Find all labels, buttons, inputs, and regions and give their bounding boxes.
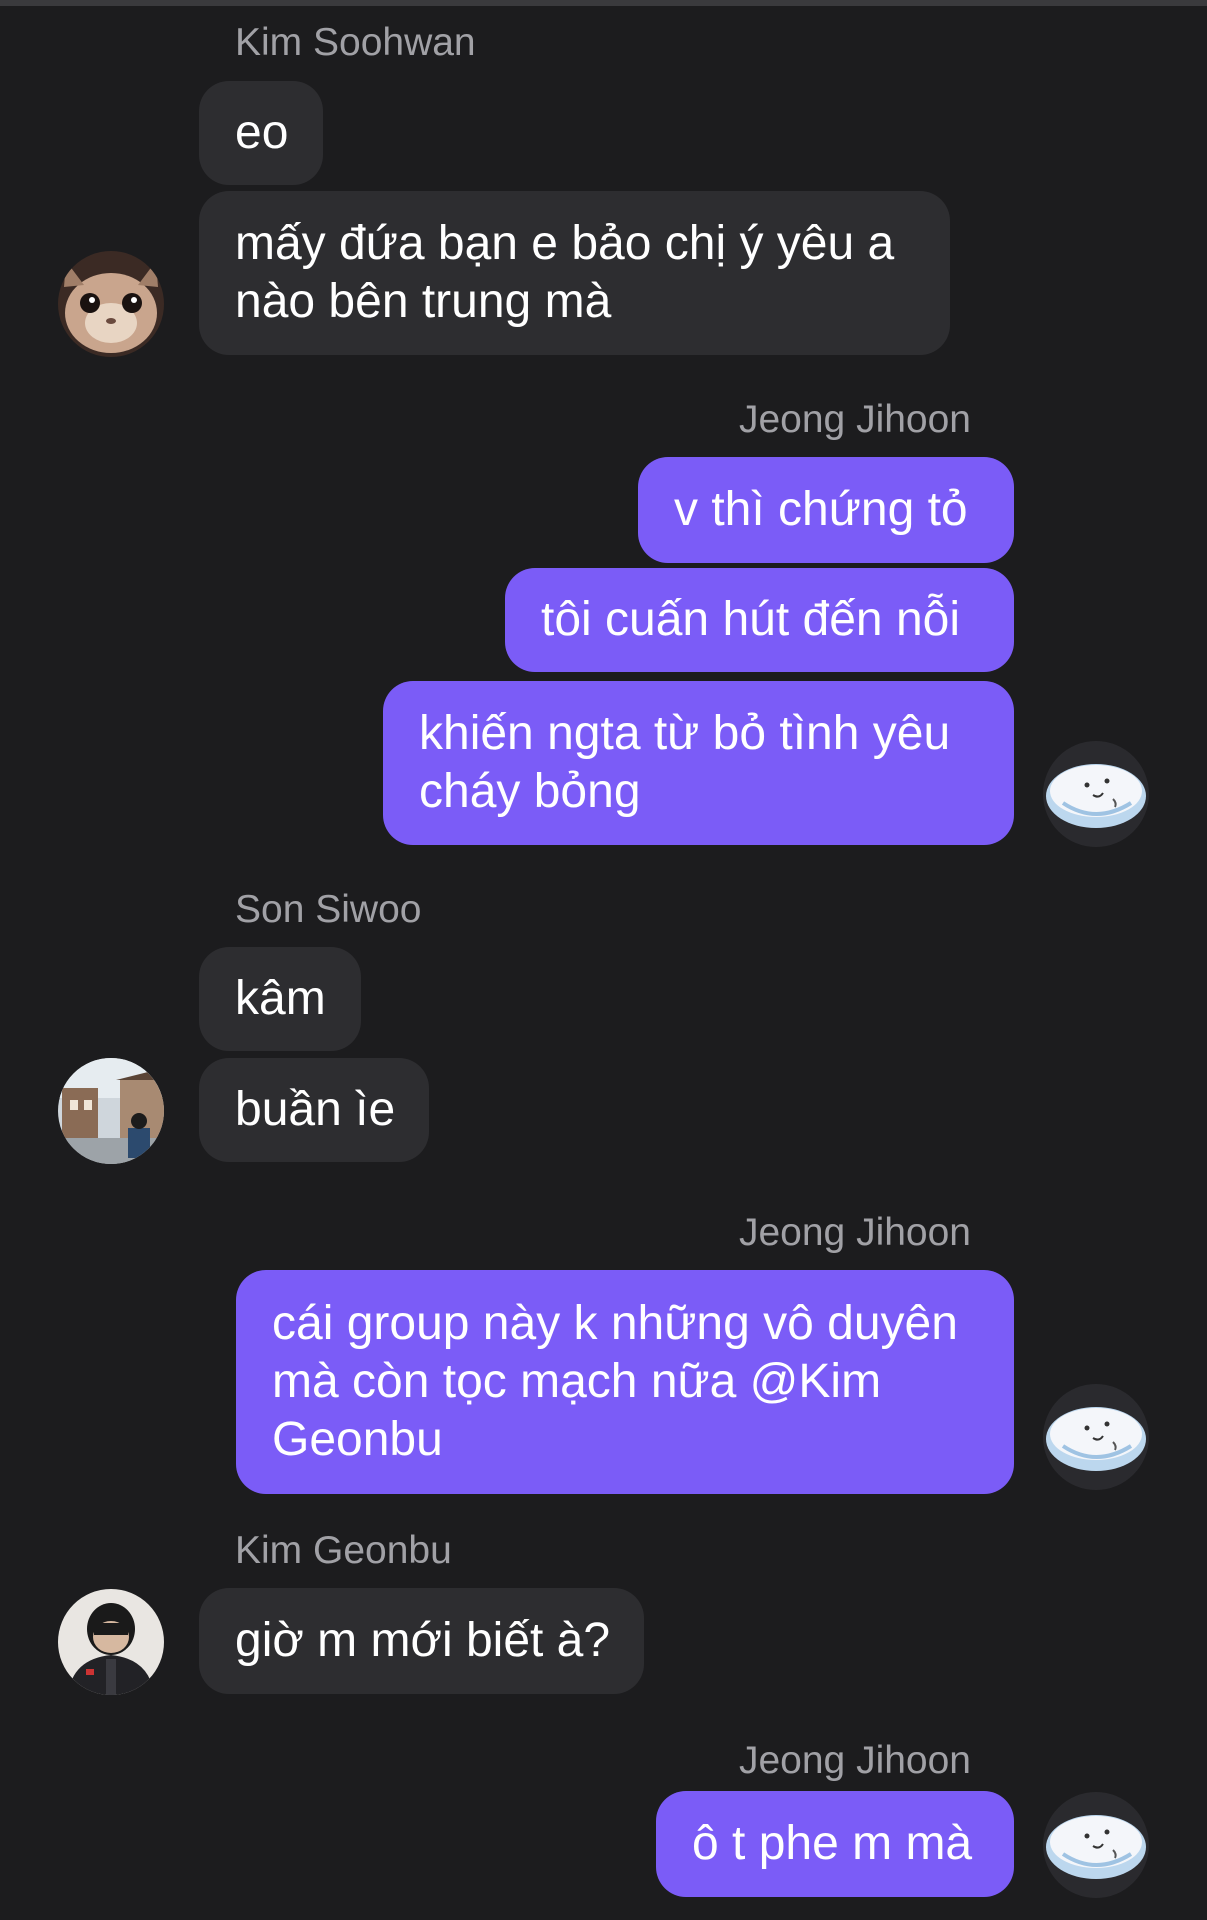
message-text: kâm bbox=[235, 972, 326, 1025]
message-text: cái group này k những vô duyên mà còn tọ… bbox=[272, 1297, 958, 1466]
avatar-kim-geonbu[interactable] bbox=[58, 1589, 164, 1695]
message-text: eo bbox=[235, 106, 289, 159]
blob-avatar-icon bbox=[1043, 1384, 1149, 1490]
sender-name-kim-geonbu: Kim Geonbu bbox=[235, 1529, 452, 1572]
person-avatar-icon bbox=[58, 1589, 164, 1695]
avatar-jeong-jihoon[interactable] bbox=[1043, 1792, 1149, 1898]
message-text: giờ m mới biết à? bbox=[235, 1614, 611, 1667]
sender-name-son-siwoo: Son Siwoo bbox=[235, 888, 422, 931]
blob-avatar-icon bbox=[1043, 741, 1149, 847]
avatar-jeong-jihoon[interactable] bbox=[1043, 741, 1149, 847]
message-text: buần ìe bbox=[235, 1083, 396, 1136]
cat-avatar-icon bbox=[58, 251, 164, 357]
message-bubble[interactable]: ô t phe m mà bbox=[656, 1791, 1014, 1897]
avatar-jeong-jihoon[interactable] bbox=[1043, 1384, 1149, 1490]
sender-name-jeong-jihoon: Jeong Jihoon bbox=[738, 1739, 971, 1782]
avatar-son-siwoo[interactable] bbox=[58, 1058, 164, 1164]
sender-name-kim-soohwan: Kim Soohwan bbox=[235, 21, 476, 64]
message-bubble[interactable]: mấy đứa bạn e bảo chị ý yêu a nào bên tr… bbox=[199, 191, 950, 355]
message-text: ô t phe m mà bbox=[692, 1817, 973, 1870]
avatar-kim-soohwan[interactable] bbox=[58, 251, 164, 357]
sender-name-jeong-jihoon: Jeong Jihoon bbox=[738, 1211, 971, 1254]
message-bubble[interactable]: tôi cuấn hút đến nỗi bbox=[505, 568, 1014, 672]
message-bubble[interactable]: buần ìe bbox=[199, 1058, 429, 1162]
message-bubble[interactable]: kâm bbox=[199, 947, 361, 1051]
message-text: tôi cuấn hút đến nỗi bbox=[541, 593, 960, 646]
top-divider bbox=[0, 0, 1207, 6]
sender-name-jeong-jihoon: Jeong Jihoon bbox=[738, 398, 971, 441]
message-bubble[interactable]: giờ m mới biết à? bbox=[199, 1588, 644, 1694]
message-bubble[interactable]: cái group này k những vô duyên mà còn tọ… bbox=[236, 1270, 1014, 1494]
blob-avatar-icon bbox=[1043, 1792, 1149, 1898]
message-bubble[interactable]: eo bbox=[199, 81, 323, 185]
message-text: mấy đứa bạn e bảo chị ý yêu a nào bên tr… bbox=[235, 217, 895, 328]
message-bubble[interactable]: v thì chứng tỏ bbox=[638, 457, 1014, 563]
message-text: v thì chứng tỏ bbox=[674, 483, 968, 536]
street-avatar-icon bbox=[58, 1058, 164, 1164]
message-text: khiến ngta từ bỏ tình yêu cháy bỏng bbox=[419, 707, 951, 818]
message-bubble[interactable]: khiến ngta từ bỏ tình yêu cháy bỏng bbox=[383, 681, 1014, 845]
